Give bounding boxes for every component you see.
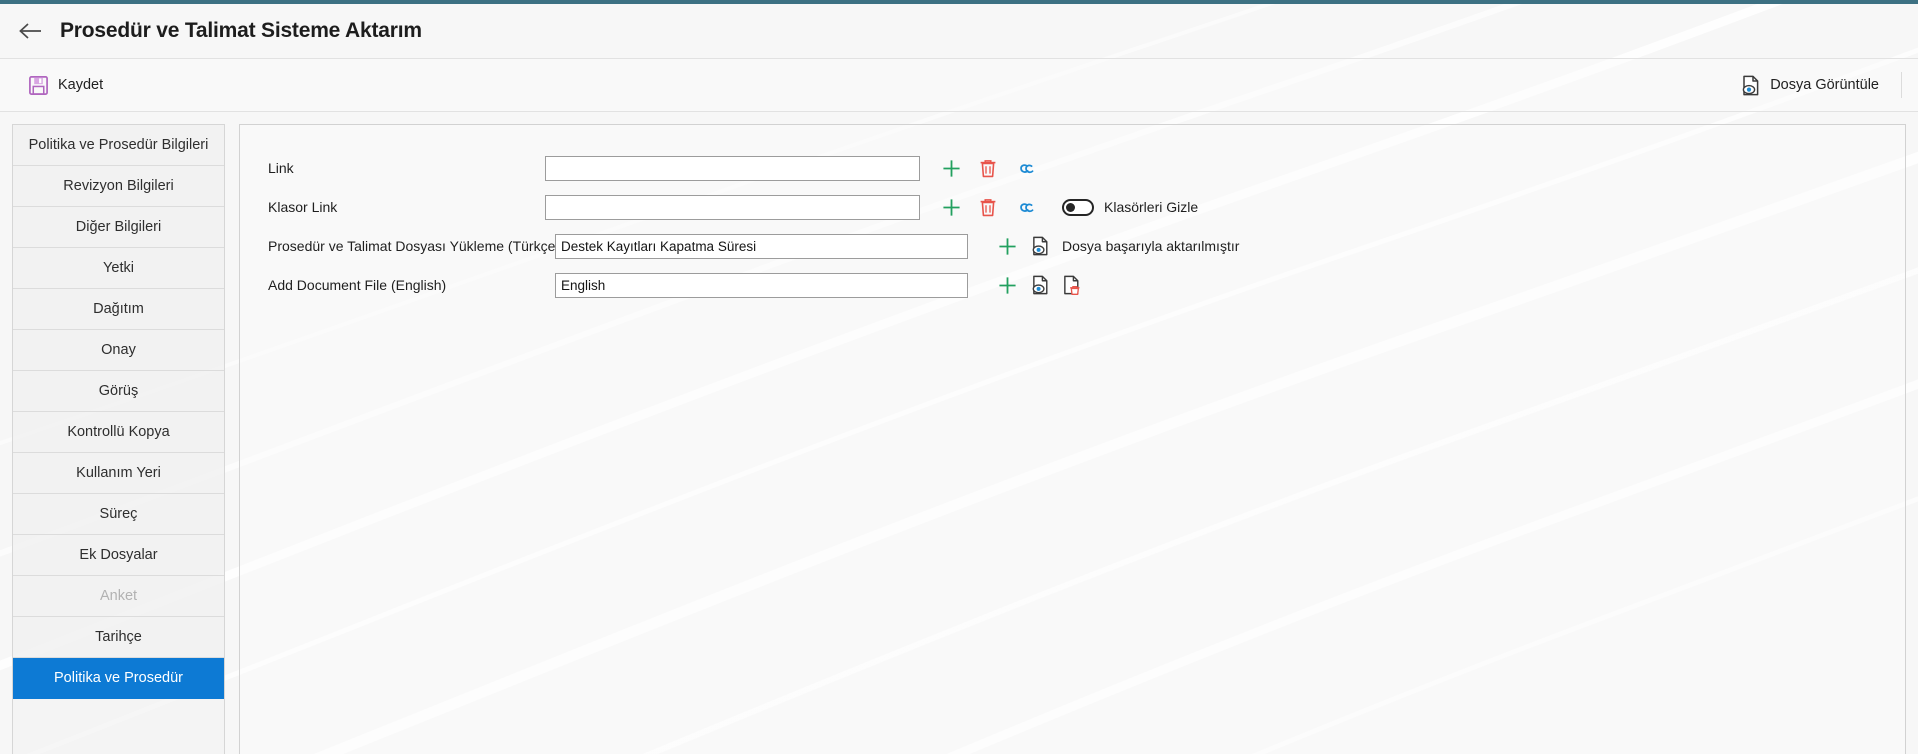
section-tabs-sidebar: Politika ve Prosedür Bilgileri Revizyon … — [12, 124, 225, 754]
sidebar-item-label: Diğer Bilgileri — [75, 219, 162, 235]
sidebar-item-ek-dosyalar[interactable]: Ek Dosyalar — [13, 535, 224, 576]
link-input[interactable] — [545, 155, 920, 181]
sidebar-item-label: Politika ve Prosedür — [54, 670, 183, 686]
sidebar-item-yetki[interactable]: Yetki — [13, 248, 224, 289]
upload-english-add-button[interactable] — [998, 276, 1017, 295]
upload-turkish-add-button[interactable] — [998, 237, 1017, 256]
plus-icon — [943, 159, 960, 177]
arrow-left-icon — [19, 23, 41, 39]
klasor-link-delete-button[interactable] — [979, 198, 997, 217]
document-trash-delete-icon — [1064, 275, 1080, 295]
sidebar-item-label: Süreç — [99, 506, 138, 522]
sidebar-item-onay[interactable]: Onay — [13, 330, 224, 371]
sidebar-item-politika-ve-prosedur[interactable]: Politika ve Prosedür — [13, 658, 224, 699]
klasor-link-chain-button[interactable] — [1019, 199, 1040, 216]
sidebar-item-surec[interactable]: Süreç — [13, 494, 224, 535]
plus-icon — [943, 198, 960, 216]
sidebar-item-label: Görüş — [98, 383, 139, 399]
title-bar: Prosedür ve Talimat Sisteme Aktarım — [0, 4, 1918, 58]
plus-icon — [999, 237, 1016, 255]
upload-turkish-status-text: Dosya başarıyla aktarılmıştır — [1062, 238, 1240, 254]
save-button-label: Kaydet — [58, 77, 104, 93]
link-delete-button[interactable] — [979, 159, 997, 178]
command-toolbar: Kaydet Dosya Görüntüle — [0, 58, 1918, 112]
klasor-link-add-button[interactable] — [942, 198, 961, 217]
upload-english-input[interactable] — [555, 272, 968, 298]
sidebar-item-gorus[interactable]: Görüş — [13, 371, 224, 412]
sidebar-item-tarihce[interactable]: Tarihçe — [13, 617, 224, 658]
link-chain-icon — [1020, 163, 1034, 173]
link-chain-button[interactable] — [1019, 160, 1040, 177]
sidebar-item-politika-ve-prosedur-bilgileri[interactable]: Politika ve Prosedür Bilgileri — [13, 125, 224, 166]
sidebar-item-kontrollu-kopya[interactable]: Kontrollü Kopya — [13, 412, 224, 453]
upload-english-preview-button[interactable] — [1031, 275, 1050, 295]
sidebar-item-anket: Anket — [13, 576, 224, 617]
save-button[interactable]: Kaydet — [20, 70, 111, 101]
view-file-button[interactable]: Dosya Görüntüle — [1733, 70, 1887, 101]
form-row-link: Link — [258, 155, 1905, 181]
toolbar-right-group: Dosya Görüntüle — [1733, 59, 1908, 111]
sidebar-item-label: Ek Dosyalar — [79, 547, 158, 563]
document-eye-view-icon — [1741, 75, 1761, 96]
link-label: Link — [268, 160, 294, 176]
upload-turkish-label: Prosedür ve Talimat Dosyası Yükleme (Tür… — [268, 238, 561, 254]
link-chain-icon — [1020, 202, 1034, 212]
content-area: Politika ve Prosedür Bilgileri Revizyon … — [0, 112, 1918, 754]
sidebar-item-label: Revizyon Bilgileri — [63, 178, 174, 194]
trash-icon — [980, 198, 996, 216]
form-row-upload-turkish: Prosedür ve Talimat Dosyası Yükleme (Tür… — [258, 233, 1905, 259]
sidebar-item-label: Kontrollü Kopya — [67, 424, 170, 440]
sidebar-item-label: Kullanım Yeri — [76, 465, 161, 481]
sidebar-item-label: Dağıtım — [93, 301, 144, 317]
form-panel: Link Klasor Link Klasörleri Gizle Prosed… — [239, 124, 1906, 754]
klasor-link-input[interactable] — [545, 194, 920, 220]
document-eye-view-icon — [1032, 275, 1048, 295]
plus-icon — [999, 276, 1016, 294]
page-title: Prosedür ve Talimat Sisteme Aktarım — [60, 19, 422, 42]
sidebar-item-diger-bilgileri[interactable]: Diğer Bilgileri — [13, 207, 224, 248]
floppy-disk-save-icon — [28, 75, 49, 96]
toolbar-divider — [1901, 72, 1902, 98]
hide-folders-toggle-label: Klasörleri Gizle — [1104, 199, 1199, 215]
toggle-knob — [1066, 202, 1075, 212]
sidebar-item-label: Politika ve Prosedür Bilgileri — [28, 137, 209, 153]
back-button[interactable] — [14, 14, 48, 48]
application-window: Prosedür ve Talimat Sisteme Aktarım Kayd… — [0, 0, 1918, 754]
sidebar-item-label: Tarihçe — [95, 629, 142, 645]
sidebar-item-label: Onay — [101, 342, 136, 358]
sidebar-item-kullanim-yeri[interactable]: Kullanım Yeri — [13, 453, 224, 494]
sidebar-item-revizyon-bilgileri[interactable]: Revizyon Bilgileri — [13, 166, 224, 207]
upload-english-label: Add Document File (English) — [268, 277, 447, 293]
hide-folders-toggle[interactable] — [1062, 198, 1094, 216]
klasor-link-label: Klasor Link — [268, 199, 338, 215]
upload-english-delete-file-button[interactable] — [1062, 275, 1081, 295]
link-add-button[interactable] — [942, 159, 961, 178]
trash-icon — [980, 159, 996, 177]
sidebar-item-label: Yetki — [103, 260, 134, 276]
form-row-upload-english: Add Document File (English) — [258, 272, 1905, 298]
view-file-button-label: Dosya Görüntüle — [1770, 77, 1879, 93]
document-eye-view-icon — [1032, 236, 1048, 256]
upload-turkish-preview-button[interactable] — [1031, 236, 1050, 256]
sidebar-item-label: Anket — [99, 588, 138, 604]
sidebar-item-dagitim[interactable]: Dağıtım — [13, 289, 224, 330]
form-row-klasor-link: Klasor Link Klasörleri Gizle — [258, 194, 1905, 220]
upload-turkish-input[interactable] — [555, 233, 968, 259]
